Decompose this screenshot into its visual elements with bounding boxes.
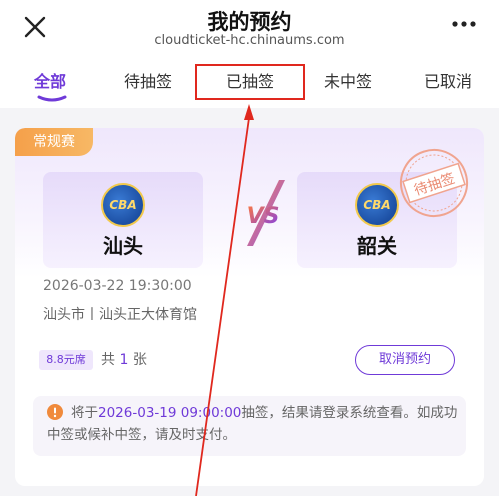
more-icon[interactable] xyxy=(451,19,477,29)
page-title: 我的预约 xyxy=(207,10,292,34)
tab-bar: 全部 待抽签 已抽签 未中签 已取消 xyxy=(0,58,499,108)
tab-active-indicator xyxy=(37,95,67,102)
tab-not-won[interactable]: 未中签 xyxy=(324,68,372,92)
game-type-badge: 常规赛 xyxy=(15,128,93,156)
tab-all[interactable]: 全部 xyxy=(34,68,66,92)
match-datetime: 2026-03-22 19:30:00 xyxy=(43,278,192,294)
match-venue: 汕头市丨汕头正大体育馆 xyxy=(43,307,197,323)
header: 我的预约 cloudticket-hc.chinaums.com xyxy=(0,0,499,58)
tab-drawn[interactable]: 已抽签 xyxy=(226,68,274,92)
away-team-logo: CBA xyxy=(355,183,399,227)
away-team-name: 韶关 xyxy=(357,234,397,258)
svg-text:VS: VS xyxy=(247,204,280,229)
draw-notice: 将于2026-03-19 09:00:00抽签，结果请登录系统查看。如成功中签或… xyxy=(33,396,466,456)
vs-icon: VS xyxy=(247,180,285,246)
home-team-name: 汕头 xyxy=(103,234,143,258)
price-tag: 8.8元席 xyxy=(39,350,93,370)
page-url: cloudticket-hc.chinaums.com xyxy=(154,33,345,48)
status-stamp: 待抽签 xyxy=(400,149,468,217)
home-team-logo: CBA xyxy=(101,183,145,227)
reservation-card[interactable]: 常规赛 CBA CBA 汕头 韶关 VS 待抽签 2026-03-22 19:3… xyxy=(15,128,484,486)
tab-pending-draw[interactable]: 待抽签 xyxy=(124,68,172,92)
cancel-reservation-button[interactable]: 取消预约 xyxy=(355,345,455,375)
ticket-quantity: 共 1 张 xyxy=(101,352,147,368)
notice-text: 将于2026-03-19 09:00:00抽签，结果请登录系统查看。如成功中签或… xyxy=(47,405,458,443)
tab-cancelled[interactable]: 已取消 xyxy=(424,68,472,92)
